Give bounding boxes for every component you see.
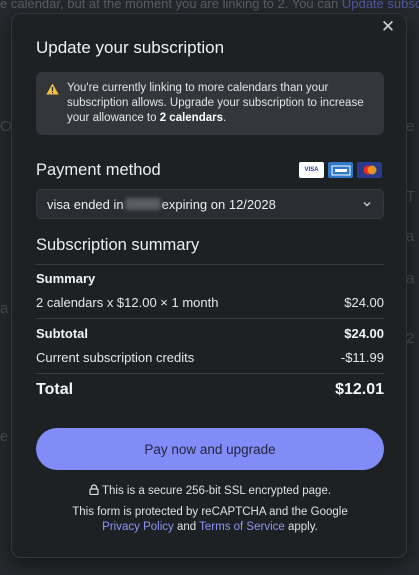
privacy-policy-link[interactable]: Privacy Policy: [102, 521, 174, 533]
background-banner-text: e calendar, but at the moment you are li…: [0, 0, 419, 11]
secure-notice: This is a secure 256-bit SSL encrypted p…: [12, 484, 408, 497]
line-item-amount: $24.00: [344, 295, 384, 310]
subtotal-row: Subtotal $24.00: [36, 326, 384, 341]
background-fragment: a: [406, 228, 415, 245]
credits-row: Current subscription credits -$11.99: [36, 350, 384, 365]
background-fragment: e: [0, 428, 9, 445]
card-brands: VISA: [299, 162, 382, 178]
pay-now-button[interactable]: Pay now and upgrade: [36, 428, 384, 470]
background-fragment: T: [406, 188, 416, 205]
divider: [36, 318, 384, 319]
background-update-link[interactable]: Update subscr: [342, 0, 419, 11]
credits-amount: -$11.99: [340, 350, 384, 365]
total-row: Total $12.01: [36, 381, 384, 399]
credits-label: Current subscription credits: [36, 350, 195, 365]
divider: [36, 264, 384, 265]
background-fragment: a: [406, 270, 415, 287]
close-icon[interactable]: ✕: [379, 18, 397, 36]
warning-icon: [46, 83, 59, 95]
background-fragment: e: [406, 118, 415, 135]
payment-method-select[interactable]: visa ended in expiring on 12/2028: [36, 189, 384, 219]
divider: [36, 373, 384, 374]
line-item-label: 2 calendars x $12.00 × 1 month: [36, 295, 219, 310]
lock-icon: [89, 484, 99, 496]
card-prefix: visa ended in: [47, 196, 124, 212]
amex-card-icon: [328, 162, 353, 178]
subtotal-amount: $24.00: [344, 326, 384, 341]
total-label: Total: [36, 381, 74, 398]
payment-method-heading: Payment method: [36, 161, 161, 179]
background-fragment: 2: [406, 330, 415, 347]
summary-subheading: Summary: [36, 271, 96, 286]
masked-card-number: [124, 198, 161, 210]
alert-bold-text: 2 calendars: [159, 112, 223, 124]
subtotal-label: Subtotal: [36, 326, 88, 341]
modal-title: Update your subscription: [36, 38, 225, 57]
card-expiry: expiring on 12/2028: [161, 196, 276, 212]
background-fragment: O: [0, 118, 12, 135]
total-amount: $12.01: [335, 381, 384, 398]
upgrade-subscription-modal: ✕ Update your subscription You're curren…: [11, 13, 407, 558]
visa-card-icon: VISA: [299, 162, 324, 178]
warning-alert: You're currently linking to more calenda…: [36, 72, 384, 135]
recaptcha-notice: This form is protected by reCAPTCHA and …: [72, 506, 348, 533]
secure-text: This is a secure 256-bit SSL encrypted p…: [101, 485, 332, 497]
chevron-down-icon: [363, 202, 371, 207]
subscription-summary-heading: Subscription summary: [36, 236, 200, 254]
mastercard-icon: [357, 162, 382, 178]
summary-line-item: 2 calendars x $12.00 × 1 month $24.00: [36, 295, 384, 310]
background-fragment: a: [0, 300, 9, 317]
terms-of-service-link[interactable]: Terms of Service: [199, 521, 285, 533]
